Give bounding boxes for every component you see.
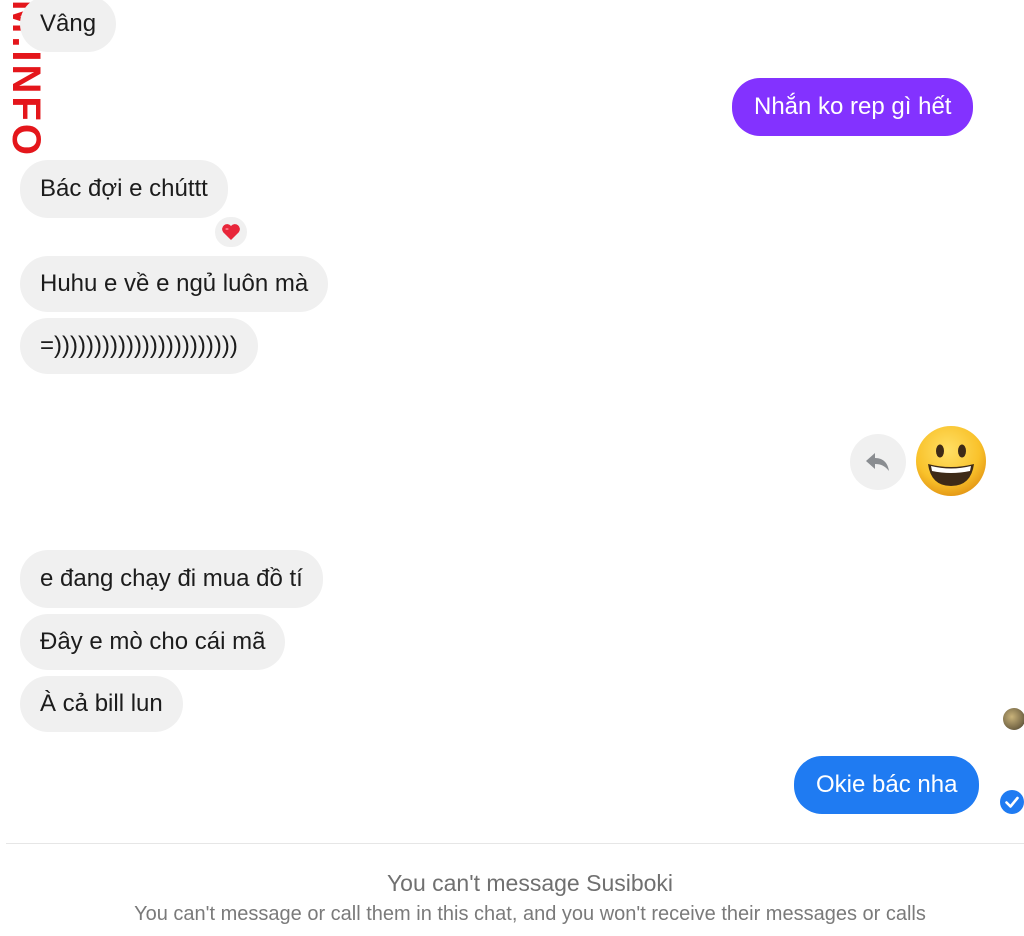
- reply-icon: [866, 453, 889, 471]
- message-incoming[interactable]: e đang chạy đi mua đồ tí: [20, 550, 323, 608]
- heart-icon: [222, 224, 240, 240]
- message-incoming[interactable]: À cả bill lun: [20, 676, 183, 732]
- message-text: Bác đợi e chúttt: [40, 175, 208, 202]
- message-incoming[interactable]: Đây e mò cho cái mã: [20, 614, 286, 670]
- message-text: Đây e mò cho cái mã: [40, 628, 266, 655]
- seen-avatar: [1003, 708, 1024, 730]
- message-text: Nhắn ko rep gì hết: [754, 93, 952, 120]
- message-text: Vâng: [40, 10, 97, 37]
- message-reaction[interactable]: [212, 214, 250, 250]
- divider: [6, 843, 1024, 844]
- grinning-face-icon[interactable]: [914, 424, 988, 498]
- message-outgoing[interactable]: Okie bác nha: [794, 756, 980, 814]
- reply-button[interactable]: [850, 434, 906, 490]
- message-text: À cả bill lun: [40, 690, 163, 717]
- message-text: e đang chạy đi mua đồ tí: [40, 565, 303, 592]
- message-text: Okie bác nha: [816, 771, 958, 798]
- message-incoming[interactable]: Bác đợi e chúttt: [20, 160, 228, 218]
- message-text: Huhu e về e ngủ luôn mà: [40, 270, 309, 297]
- message-incoming[interactable]: Vâng: [20, 0, 117, 52]
- delivered-check-icon: [999, 789, 1024, 815]
- blocked-subtitle: You can't message or call them in this c…: [134, 903, 926, 925]
- message-incoming[interactable]: =))))))))))))))))))))))): [20, 318, 258, 374]
- message-incoming[interactable]: Huhu e về e ngủ luôn mà: [20, 256, 329, 312]
- message-outgoing[interactable]: Nhắn ko rep gì hết: [732, 78, 974, 136]
- chat-window: M.INFO Vâng Nhắn ko rep gì hết Bác đợi e…: [0, 0, 1024, 936]
- message-text: =))))))))))))))))))))))): [40, 332, 238, 359]
- blocked-title: You can't message Susiboki: [386, 870, 674, 896]
